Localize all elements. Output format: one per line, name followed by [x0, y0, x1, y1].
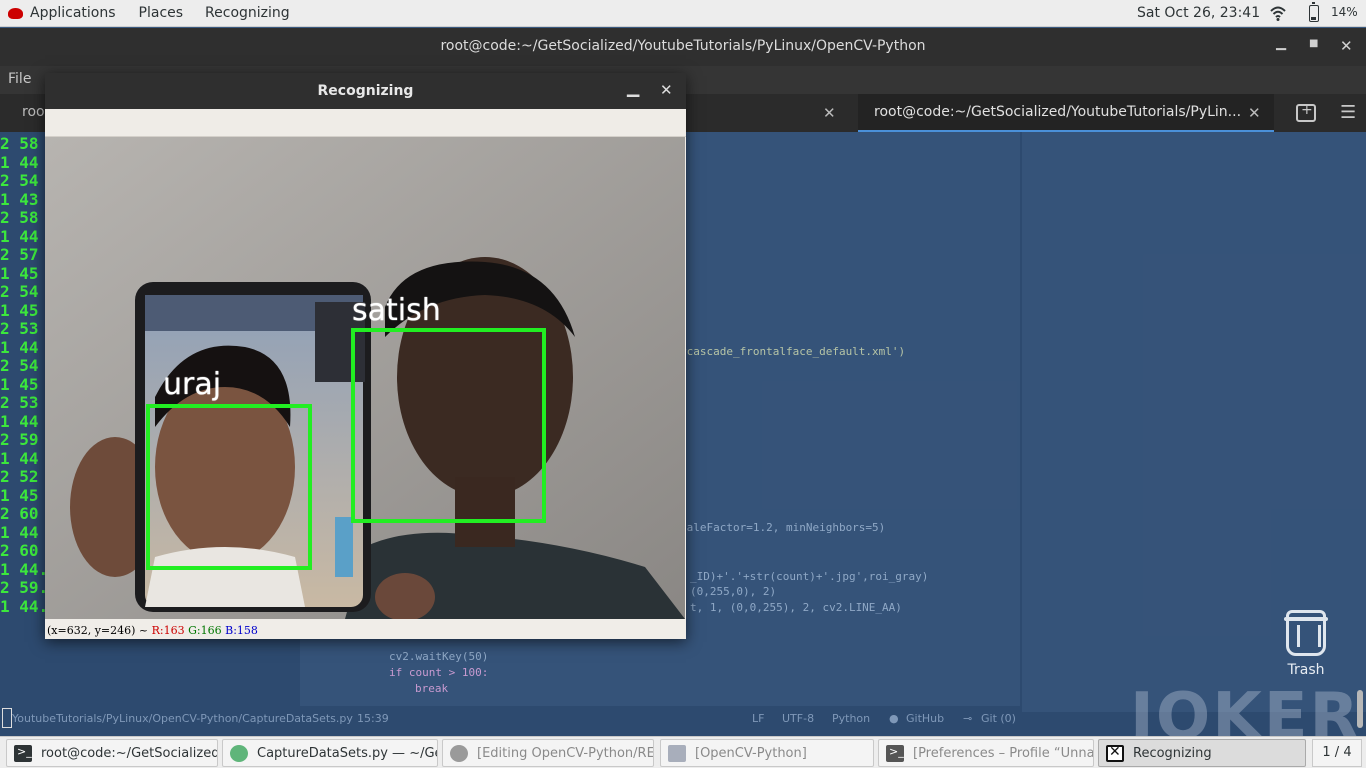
app-menu[interactable]: Recognizing	[194, 5, 301, 21]
task-browser[interactable]: [Editing OpenCV-Python/RE...	[442, 739, 654, 767]
terminal-cursor	[2, 708, 12, 728]
trash-label: Trash	[1287, 662, 1325, 678]
code-line: (0,255,0), 2)	[690, 585, 777, 598]
tab-close-icon[interactable]: ✕	[1248, 104, 1261, 122]
scrollbar[interactable]	[1357, 690, 1363, 728]
terminal-titlebar[interactable]: root@code:~/GetSocialized/YoutubeTutoria…	[0, 28, 1366, 66]
applications-menu[interactable]: Applications	[0, 5, 128, 21]
task-files[interactable]: [OpenCV-Python]	[660, 739, 874, 767]
code-line: rcascade_frontalface_default.xml')	[680, 345, 906, 358]
atom-icon	[230, 745, 248, 762]
applications-label: Applications	[30, 5, 116, 21]
task-recognizing[interactable]: ✕ Recognizing	[1098, 739, 1306, 767]
places-menu[interactable]: Places	[128, 5, 195, 21]
task-terminal[interactable]: >_ root@code:~/GetSocialized/...	[6, 739, 218, 767]
recognizing-window[interactable]: Recognizing ▁ ✕ uraj satish (x=632, y=24…	[45, 73, 686, 639]
task-label: [Preferences – Profile “Unna...	[913, 746, 1094, 761]
status-encoding[interactable]: UTF-8	[782, 712, 814, 725]
status-grammar[interactable]: Python	[832, 712, 870, 725]
file-manager-icon	[668, 745, 686, 762]
maximize-icon[interactable]: ■	[1309, 38, 1318, 49]
tab-terminal-2[interactable]: root@code:~/GetSocialized/YoutubeTutoria…	[858, 94, 1274, 132]
face-label: satish	[352, 293, 441, 328]
battery-icon[interactable]	[1309, 2, 1319, 22]
tab-label: root@code:~/GetSocialized/YoutubeTutoria…	[874, 104, 1240, 120]
code-line: t, 1, (0,0,255), 2, cv2.LINE_AA)	[690, 601, 902, 614]
x-window-icon: ✕	[1106, 744, 1124, 762]
task-atom[interactable]: CaptureDataSets.py — ~/Ge...	[222, 739, 438, 767]
redhat-logo-icon	[8, 7, 23, 19]
top-bar: Applications Places Recognizing Sat Oct …	[0, 0, 1366, 27]
window-title: Recognizing	[317, 83, 414, 99]
browser-icon	[450, 745, 468, 762]
pixel-red: R:163	[151, 624, 185, 637]
face-label: uraj	[163, 367, 222, 402]
camera-frame[interactable]: uraj satish	[45, 137, 685, 619]
code-line: cv2.waitKey(50)	[389, 650, 489, 663]
minimize-icon[interactable]: ▁	[1276, 36, 1286, 51]
pixel-status: (x=632, y=246) ~ R:163 G:166 B:158	[47, 624, 258, 637]
close-icon[interactable]: ✕	[660, 81, 673, 99]
battery-percent: 14%	[1331, 5, 1358, 19]
status-cursor-position[interactable]: 15:39	[357, 712, 389, 725]
status-line-ending[interactable]: LF	[752, 712, 764, 725]
pixel-coords: (x=632, y=246) ~	[47, 624, 152, 637]
task-label: [OpenCV-Python]	[695, 746, 807, 761]
pixel-blue: B:158	[225, 624, 258, 637]
task-label: [Editing OpenCV-Python/RE...	[477, 746, 654, 761]
code-line: if count > 100:	[389, 666, 489, 679]
terminal-icon: >_	[886, 745, 904, 762]
recognizing-titlebar[interactable]: Recognizing ▁ ✕	[45, 73, 686, 109]
trash-desktop-icon[interactable]: Trash	[1280, 610, 1332, 678]
file-menu[interactable]: File	[8, 71, 31, 87]
status-file-path[interactable]: YoutubeTutorials/PyLinux/OpenCV-Python/C…	[12, 712, 353, 725]
task-label: CaptureDataSets.py — ~/Ge...	[257, 746, 438, 761]
new-tab-icon[interactable]	[1296, 102, 1316, 122]
workspace-pager[interactable]: 1 / 4	[1312, 739, 1362, 767]
task-label: root@code:~/GetSocialized/...	[41, 746, 218, 761]
wifi-icon[interactable]	[1270, 6, 1286, 21]
window-toolbar	[45, 109, 686, 137]
close-icon[interactable]: ✕	[1340, 37, 1353, 55]
pixel-green: G:166	[188, 624, 222, 637]
tab-close-icon[interactable]: ✕	[823, 104, 836, 122]
task-label: Recognizing	[1133, 746, 1212, 761]
terminal-icon: >_	[14, 745, 32, 762]
taskbar: >_ root@code:~/GetSocialized/... Capture…	[0, 736, 1366, 768]
editor-status-bar: YoutubeTutorials/PyLinux/OpenCV-Python/C…	[0, 708, 1366, 730]
github-icon: ●	[889, 712, 899, 725]
status-git[interactable]: Git (0)	[981, 712, 1016, 725]
trash-icon	[1284, 610, 1328, 656]
face-box	[351, 328, 546, 523]
minimize-icon[interactable]: ▁	[627, 78, 639, 97]
hamburger-menu-icon[interactable]: ☰	[1340, 102, 1356, 123]
code-line: _ID)+'.'+str(count)+'.jpg',roi_gray)	[690, 570, 929, 583]
task-preferences[interactable]: >_ [Preferences – Profile “Unna...	[878, 739, 1094, 767]
terminal-title: root@code:~/GetSocialized/YoutubeTutoria…	[440, 38, 926, 54]
git-icon: ⊸	[963, 712, 973, 725]
code-line: break	[415, 682, 449, 695]
clock[interactable]: Sat Oct 26, 23:41	[1137, 5, 1260, 21]
face-box	[146, 404, 312, 570]
status-github[interactable]: GitHub	[906, 712, 944, 725]
code-line: caleFactor=1.2, minNeighbors=5)	[680, 521, 886, 534]
